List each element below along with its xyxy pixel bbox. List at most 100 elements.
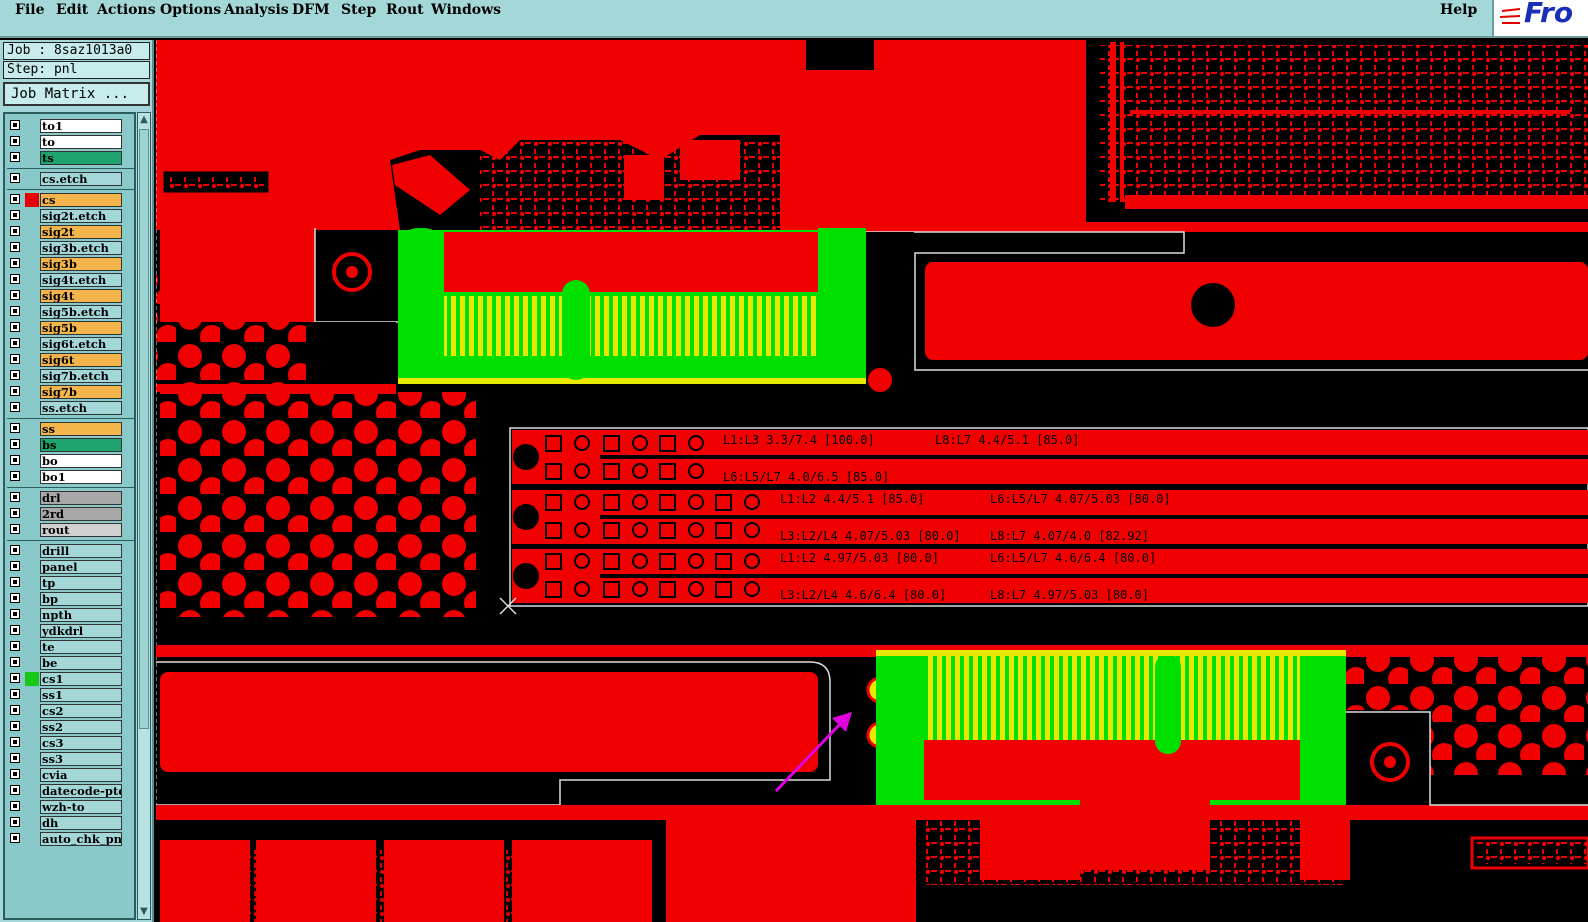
layer-visibility-checkbox[interactable] bbox=[10, 370, 20, 380]
layer-name[interactable]: bo1 bbox=[40, 470, 122, 484]
layer-row-ts[interactable]: ts bbox=[5, 150, 134, 166]
layer-row-drill[interactable]: drill bbox=[5, 543, 134, 559]
layer-name[interactable]: sig7b.etch bbox=[40, 369, 122, 383]
layer-row-drl[interactable]: drl bbox=[5, 490, 134, 506]
layer-row-sig2t[interactable]: sig2t bbox=[5, 224, 134, 240]
layer-name[interactable]: te bbox=[40, 640, 122, 654]
layer-row-cs1[interactable]: cs1 bbox=[5, 671, 134, 687]
layer-name[interactable]: sig5b.etch bbox=[40, 305, 122, 319]
layer-visibility-checkbox[interactable] bbox=[10, 737, 20, 747]
layer-row-ss[interactable]: ss bbox=[5, 421, 134, 437]
layer-visibility-checkbox[interactable] bbox=[10, 561, 20, 571]
layer-row-ss3[interactable]: ss3 bbox=[5, 751, 134, 767]
menu-edit[interactable]: Edit bbox=[56, 2, 88, 18]
layer-name[interactable]: drill bbox=[40, 544, 122, 558]
scroll-down-arrow-icon[interactable]: ▼ bbox=[138, 905, 150, 919]
layer-row-sig2t-etch[interactable]: sig2t.etch bbox=[5, 208, 134, 224]
layer-row-ydkdrl[interactable]: ydkdrl bbox=[5, 623, 134, 639]
layer-visibility-checkbox[interactable] bbox=[10, 194, 20, 204]
layer-row-to1[interactable]: to1 bbox=[5, 118, 134, 134]
layer-row-ss-etch[interactable]: ss.etch bbox=[5, 400, 134, 416]
layer-row-bo[interactable]: bo bbox=[5, 453, 134, 469]
layer-name[interactable]: cvia bbox=[40, 768, 122, 782]
layer-visibility-checkbox[interactable] bbox=[10, 423, 20, 433]
layer-name[interactable]: rout bbox=[40, 523, 122, 537]
layer-visibility-checkbox[interactable] bbox=[10, 657, 20, 667]
layer-name[interactable]: ydkdrl bbox=[40, 624, 122, 638]
layer-name[interactable]: ss.etch bbox=[40, 401, 122, 415]
layer-row-cvia[interactable]: cvia bbox=[5, 767, 134, 783]
layer-visibility-checkbox[interactable] bbox=[10, 274, 20, 284]
layer-row-sig5b[interactable]: sig5b bbox=[5, 320, 134, 336]
menu-help[interactable]: Help bbox=[1440, 2, 1477, 18]
layer-visibility-checkbox[interactable] bbox=[10, 705, 20, 715]
layer-name[interactable]: sig2t.etch bbox=[40, 209, 122, 223]
layer-row-cs3[interactable]: cs3 bbox=[5, 735, 134, 751]
menu-actions[interactable]: Actions bbox=[97, 2, 156, 18]
layer-row-datecode-pte[interactable]: datecode-pte bbox=[5, 783, 134, 799]
layer-row-bs[interactable]: bs bbox=[5, 437, 134, 453]
layer-visibility-checkbox[interactable] bbox=[10, 120, 20, 130]
layer-visibility-checkbox[interactable] bbox=[10, 455, 20, 465]
layer-row-npth[interactable]: npth bbox=[5, 607, 134, 623]
menu-options[interactable]: Options bbox=[160, 2, 221, 18]
layer-list[interactable]: to1 to ts cs.etch cs sig2t.etch sig2t sig3b.etc… bbox=[3, 112, 136, 920]
layer-row-sig3b[interactable]: sig3b bbox=[5, 256, 134, 272]
layer-visibility-checkbox[interactable] bbox=[10, 545, 20, 555]
scroll-up-arrow-icon[interactable]: ▲ bbox=[138, 113, 150, 127]
layer-row-panel[interactable]: panel bbox=[5, 559, 134, 575]
layer-name[interactable]: bs bbox=[40, 438, 122, 452]
layer-visibility-checkbox[interactable] bbox=[10, 673, 20, 683]
layer-row-rout[interactable]: rout bbox=[5, 522, 134, 538]
layer-visibility-checkbox[interactable] bbox=[10, 402, 20, 412]
layer-row-dh[interactable]: dh bbox=[5, 815, 134, 831]
layer-name[interactable]: ts bbox=[40, 151, 122, 165]
layer-row-sig7b[interactable]: sig7b bbox=[5, 384, 134, 400]
layer-name[interactable]: npth bbox=[40, 608, 122, 622]
layer-visibility-checkbox[interactable] bbox=[10, 721, 20, 731]
layer-visibility-checkbox[interactable] bbox=[10, 641, 20, 651]
layer-row-bp[interactable]: bp bbox=[5, 591, 134, 607]
layer-row-cs2[interactable]: cs2 bbox=[5, 703, 134, 719]
menu-windows[interactable]: Windows bbox=[431, 2, 501, 18]
layer-name[interactable]: sig6t.etch bbox=[40, 337, 122, 351]
graphics-canvas[interactable]: L1:L3 3.3/7.4 [100.0] L8:L7 4.4/5.1 [85.… bbox=[156, 40, 1588, 922]
layer-name[interactable]: cs bbox=[40, 193, 122, 207]
layer-row-te[interactable]: te bbox=[5, 639, 134, 655]
layer-visibility-checkbox[interactable] bbox=[10, 322, 20, 332]
layer-name[interactable]: cs.etch bbox=[40, 172, 122, 186]
layer-row-sig6t-etch[interactable]: sig6t.etch bbox=[5, 336, 134, 352]
layer-name[interactable]: sig4t bbox=[40, 289, 122, 303]
menu-step[interactable]: Step bbox=[341, 2, 376, 18]
layer-name[interactable]: sig5b bbox=[40, 321, 122, 335]
layer-row-tp[interactable]: tp bbox=[5, 575, 134, 591]
layer-visibility-checkbox[interactable] bbox=[10, 210, 20, 220]
layer-name[interactable]: datecode-pte bbox=[40, 784, 122, 798]
layer-name[interactable]: to1 bbox=[40, 119, 122, 133]
layer-name[interactable]: drl bbox=[40, 491, 122, 505]
layer-visibility-checkbox[interactable] bbox=[10, 577, 20, 587]
layer-name[interactable]: panel bbox=[40, 560, 122, 574]
layer-row-bo1[interactable]: bo1 bbox=[5, 469, 134, 485]
layer-row-sig5b-etch[interactable]: sig5b.etch bbox=[5, 304, 134, 320]
layer-name[interactable]: ss3 bbox=[40, 752, 122, 766]
layer-visibility-checkbox[interactable] bbox=[10, 258, 20, 268]
layer-visibility-checkbox[interactable] bbox=[10, 625, 20, 635]
layer-visibility-checkbox[interactable] bbox=[10, 769, 20, 779]
layer-row-ss1[interactable]: ss1 bbox=[5, 687, 134, 703]
layer-visibility-checkbox[interactable] bbox=[10, 152, 20, 162]
layer-row-sig4t[interactable]: sig4t bbox=[5, 288, 134, 304]
layer-visibility-checkbox[interactable] bbox=[10, 226, 20, 236]
layer-visibility-checkbox[interactable] bbox=[10, 833, 20, 843]
layer-visibility-checkbox[interactable] bbox=[10, 136, 20, 146]
layer-row-ss2[interactable]: ss2 bbox=[5, 719, 134, 735]
layer-visibility-checkbox[interactable] bbox=[10, 173, 20, 183]
layer-name[interactable]: 2rd bbox=[40, 507, 122, 521]
layer-name[interactable]: ss2 bbox=[40, 720, 122, 734]
layer-name[interactable]: sig6t bbox=[40, 353, 122, 367]
layer-name[interactable]: wzh-to bbox=[40, 800, 122, 814]
layer-name[interactable]: ss bbox=[40, 422, 122, 436]
layer-name[interactable]: dh bbox=[40, 816, 122, 830]
layer-name[interactable]: cs1 bbox=[40, 672, 122, 686]
layer-visibility-checkbox[interactable] bbox=[10, 508, 20, 518]
